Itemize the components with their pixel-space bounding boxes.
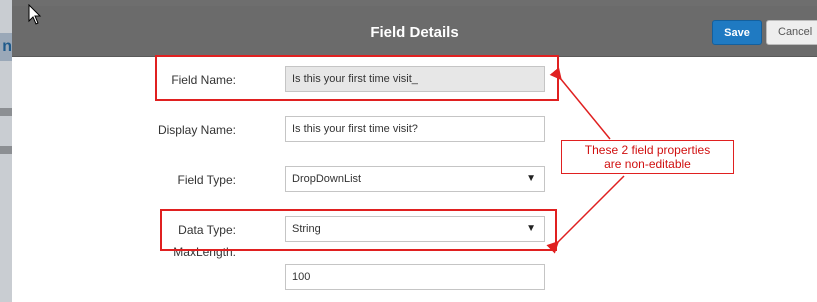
arrow-to-data-type (546, 175, 625, 254)
mouse-pointer-icon (28, 4, 42, 25)
annotation-arrows (546, 67, 625, 254)
arrow-to-field-name (549, 67, 611, 140)
